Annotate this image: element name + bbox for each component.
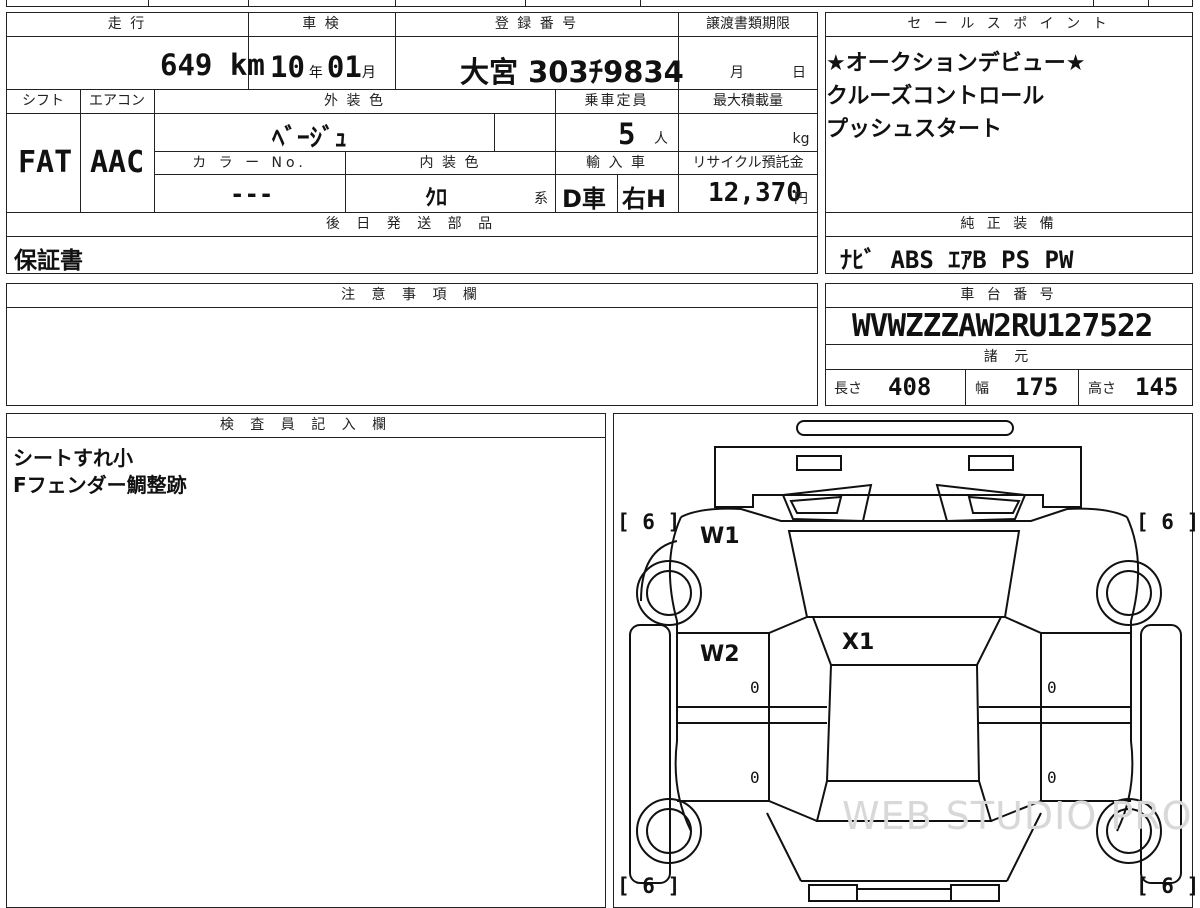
mileage-unit: km	[229, 48, 265, 82]
damage-mark-w1: W1	[700, 524, 740, 549]
equipment-label: 純 正 装 備	[960, 216, 1058, 232]
inspection-year: 10	[270, 50, 305, 84]
inspection-value: 10 年 01月	[270, 50, 376, 84]
transfer-month: 月	[730, 65, 746, 81]
tire-label-top-right: [ 6 ]	[1136, 510, 1200, 534]
import-h-value: 右H	[622, 185, 667, 213]
color-no-label: カ ラ ー No.	[192, 155, 307, 171]
damage-mark-x1: X1	[842, 630, 875, 655]
ac-label: エアコン	[89, 93, 145, 109]
height-label: 高さ	[1088, 381, 1116, 397]
registration-label: 登 録 番 号	[494, 16, 579, 32]
capacity-value: 5	[618, 117, 636, 151]
damage-mark-w2: W2	[700, 642, 740, 667]
sales-line-1: ★オークションデビュー★	[826, 51, 1086, 76]
recycle-unit: 円	[794, 191, 810, 207]
mileage-number: 649	[160, 48, 213, 82]
chassis-value: WVWZZZAW2RU127522	[852, 308, 1153, 344]
width-label: 幅	[975, 381, 989, 397]
tire-label-bottom-left: [ 6 ]	[617, 874, 681, 898]
transfer-day: 日	[792, 65, 808, 81]
shift-label: シフト	[22, 93, 64, 109]
car-diagram-panel: [ 6 ] [ 6 ] [ 6 ] [ 6 ] W1 W2 X1 0 0 0 0…	[613, 413, 1199, 908]
import-d-value: D車	[562, 185, 606, 213]
shift-value: FAT	[18, 145, 73, 180]
tire-label-bottom-right: [ 6 ]	[1136, 874, 1200, 898]
exterior-label: 外 装 色	[324, 93, 385, 109]
inspection-month-unit: 月	[361, 65, 376, 81]
sales-line-2: クルーズコントロール	[826, 84, 1045, 109]
sales-line-3: プッシュスタート	[826, 117, 1003, 142]
width-value: 175	[1015, 373, 1059, 401]
recycle-label: リサイクル預託金	[692, 155, 804, 171]
inspector-line-2: Fフェンダー鯛整跡	[13, 473, 187, 497]
door-mark-rear-left: 0	[750, 768, 760, 787]
mileage-value: 649 km	[160, 48, 265, 82]
notes-label: 注 意 事 項 欄	[341, 287, 483, 303]
top-strip	[0, 0, 1200, 8]
interior-value: ｸﾛ	[425, 186, 448, 211]
length-value: 408	[888, 373, 932, 401]
load-unit: kg	[792, 131, 810, 147]
inspector-label: 検 査 員 記 入 欄	[219, 417, 393, 433]
registration-value: 大宮 303ﾁ9834	[460, 55, 684, 89]
load-label: 最大積載量	[713, 93, 783, 109]
mileage-label: 走 行	[107, 16, 147, 32]
inspection-label: 車 検	[302, 16, 341, 32]
later-parts-label: 後 日 発 送 部 品	[325, 216, 499, 232]
interior-unit: 系	[534, 191, 550, 207]
interior-label: 内 装 色	[419, 155, 481, 171]
door-mark-rear-right: 0	[1047, 768, 1057, 787]
ac-value: AAC	[90, 145, 145, 180]
recycle-value: 12,370	[708, 178, 802, 208]
specs-label: 諸 元	[983, 349, 1035, 365]
length-label: 長さ	[834, 381, 862, 397]
chassis-label: 車 台 番 号	[960, 287, 1058, 303]
color-no-value: ---	[230, 180, 274, 208]
capacity-label: 乗車定員	[584, 93, 649, 109]
watermark: WEB STUDIO PRO	[842, 794, 1193, 838]
tire-label-top-left: [ 6 ]	[617, 510, 681, 534]
door-mark-front-left: 0	[750, 678, 760, 697]
inspection-month: 01	[326, 50, 362, 84]
door-mark-front-right: 0	[1047, 678, 1057, 697]
exterior-value: ﾍﾞｰｼﾞｭ	[272, 123, 348, 152]
sales-point-label: セ ー ル ス ポ イ ン ト	[907, 16, 1111, 32]
height-value: 145	[1135, 373, 1179, 401]
equipment-value: ﾅﾋﾞ ABS ｴｱB PS PW	[840, 246, 1074, 274]
inspector-line-1: シートすれ小	[13, 446, 133, 470]
import-label: 輸 入 車	[586, 155, 647, 171]
later-parts-value: 保証書	[14, 248, 83, 274]
transfer-label: 譲渡書類期限	[706, 16, 790, 32]
inspection-year-unit: 年	[308, 65, 323, 81]
capacity-unit: 人	[654, 131, 670, 147]
